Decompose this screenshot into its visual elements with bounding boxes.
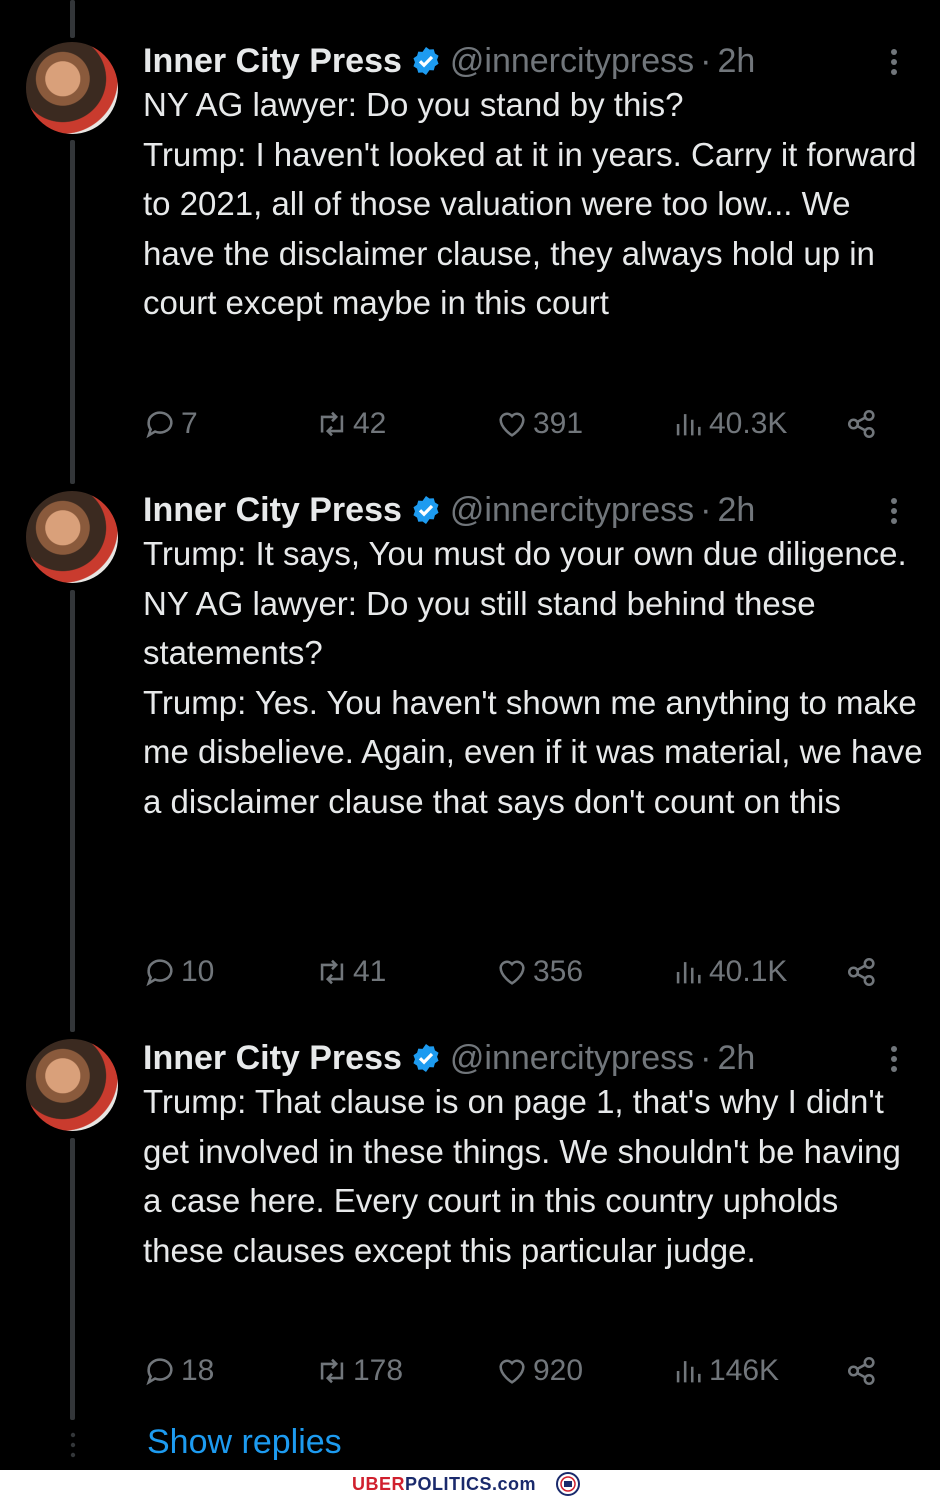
repost-button[interactable]: 42 [315, 404, 386, 444]
repost-icon [320, 959, 344, 985]
tweet[interactable]: Inner City Press @innercitypress · 2h Tr… [0, 1035, 940, 1415]
more-options-icon[interactable] [880, 1041, 908, 1077]
share-icon [847, 409, 875, 439]
separator-dot: · [700, 41, 712, 80]
timestamp[interactable]: 2h [717, 42, 755, 81]
author-name[interactable]: Inner City Press [143, 491, 402, 530]
more-options-icon[interactable] [880, 44, 908, 80]
tweet-text: NY AG lawyer: Do you stand by this? Trum… [143, 86, 917, 321]
repost-button[interactable]: 178 [315, 1351, 403, 1391]
author-name[interactable]: Inner City Press [143, 42, 402, 81]
reply-button[interactable]: 7 [143, 404, 198, 444]
share-button[interactable] [845, 952, 879, 992]
reply-button[interactable]: 18 [143, 1351, 214, 1391]
author-handle[interactable]: @innercitypress [450, 1039, 694, 1078]
tweet-actions: 18 178 920 146K [143, 1351, 903, 1391]
like-count: 356 [533, 955, 584, 988]
share-icon [847, 957, 875, 987]
share-icon [847, 1356, 875, 1386]
verified-badge-icon [413, 1044, 439, 1072]
tweet[interactable]: Inner City Press @innercitypress · 2h Tr… [0, 487, 940, 1027]
reply-icon [146, 1358, 173, 1386]
avatar[interactable] [26, 491, 118, 583]
share-button[interactable] [845, 404, 879, 444]
views-icon [676, 1361, 701, 1383]
reply-count: 18 [181, 1354, 215, 1387]
reply-count: 10 [181, 955, 215, 988]
views-icon [676, 962, 701, 984]
seal-logo-icon [556, 1472, 581, 1496]
tweet-actions: 10 41 356 40.1K [143, 952, 903, 992]
author-handle[interactable]: @innercitypress [450, 42, 694, 81]
share-button[interactable] [845, 1351, 879, 1391]
thread-continuation-dots-icon [70, 1432, 76, 1458]
tweet-header: Inner City Press @innercitypress · 2h [143, 487, 755, 533]
views-button[interactable]: 40.3K [671, 404, 787, 444]
avatar[interactable] [26, 1039, 118, 1131]
verified-badge-icon [413, 47, 439, 75]
timestamp[interactable]: 2h [717, 1039, 755, 1078]
reply-icon [146, 959, 173, 987]
repost-icon [320, 411, 344, 437]
brand-part-politics: POLITICS [404, 1473, 492, 1494]
tweet-text: Trump: That clause is on page 1, that's … [143, 1083, 911, 1269]
avatar[interactable] [26, 42, 118, 134]
brand-part-uber: UBER [351, 1473, 405, 1494]
brand-text: UBERPOLITICS.com [352, 1474, 536, 1495]
brand-part-domain: .com [492, 1473, 537, 1494]
views-button[interactable]: 40.1K [671, 952, 787, 992]
author-name[interactable]: Inner City Press [143, 1039, 402, 1078]
like-count: 391 [533, 407, 584, 440]
like-button[interactable]: 920 [495, 1351, 583, 1391]
repost-count: 41 [353, 955, 387, 988]
reply-count: 7 [181, 407, 198, 440]
tweet-header: Inner City Press @innercitypress · 2h [143, 38, 755, 84]
heart-icon [499, 960, 525, 985]
timestamp[interactable]: 2h [717, 491, 755, 530]
repost-button[interactable]: 41 [315, 952, 386, 992]
reply-icon [146, 411, 173, 439]
tweet-actions: 7 42 391 40.3K [143, 404, 903, 444]
tweet-header: Inner City Press @innercitypress · 2h [143, 1035, 755, 1081]
view-count: 40.1K [709, 955, 788, 988]
views-icon [676, 414, 701, 436]
view-count: 40.3K [709, 407, 788, 440]
separator-dot: · [700, 490, 712, 529]
like-count: 920 [533, 1354, 584, 1387]
tweet-text: Trump: It says, You must do your own due… [143, 535, 923, 820]
view-count: 146K [709, 1354, 780, 1387]
heart-icon [499, 1359, 525, 1384]
views-button[interactable]: 146K [671, 1351, 779, 1391]
verified-badge-icon [413, 496, 439, 524]
repost-icon [320, 1358, 344, 1384]
repost-count: 42 [353, 407, 387, 440]
like-button[interactable]: 356 [495, 952, 583, 992]
show-replies-link[interactable]: Show replies [147, 1423, 342, 1462]
reply-button[interactable]: 10 [143, 952, 214, 992]
thread-line [70, 0, 75, 38]
footer-watermark: UBERPOLITICS.com [0, 1470, 940, 1498]
author-handle[interactable]: @innercitypress [450, 491, 694, 530]
like-button[interactable]: 391 [495, 404, 583, 444]
tweet[interactable]: Inner City Press @innercitypress · 2h NY… [0, 38, 940, 478]
repost-count: 178 [353, 1354, 404, 1387]
heart-icon [499, 412, 525, 437]
separator-dot: · [700, 1038, 712, 1077]
more-options-icon[interactable] [880, 493, 908, 529]
